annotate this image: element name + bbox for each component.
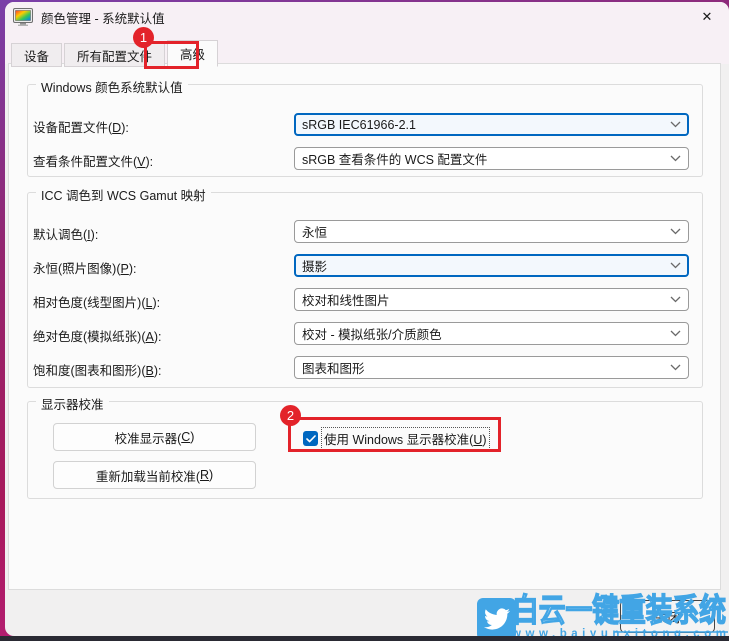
saturation-intent-dropdown[interactable]: 图表和图形 (294, 356, 689, 379)
titlebar: 颜色管理 - 系统默认值 ✕ (5, 2, 729, 32)
chevron-down-icon (670, 228, 681, 235)
use-windows-calibration-checkbox[interactable] (303, 431, 318, 446)
saturation-intent-label: 饱和度(图表和图形)(B): (33, 360, 161, 379)
viewing-conditions-profile-label: 查看条件配置文件(V): (33, 151, 153, 170)
advanced-tab-page: Windows 颜色系统默认值 设备配置文件(D): sRGB IEC61966… (8, 63, 721, 590)
default-rendering-intent-dropdown[interactable]: 永恒 (294, 220, 689, 243)
viewing-conditions-profile-value: sRGB 查看条件的 WCS 配置文件 (302, 149, 487, 168)
chevron-down-icon (670, 121, 681, 128)
absolute-colorimetric-label: 绝对色度(模拟纸张)(A): (33, 326, 161, 345)
group-gamut-mapping-title: ICC 调色到 WCS Gamut 映射 (36, 185, 211, 204)
window-title: 颜色管理 - 系统默认值 (41, 8, 165, 27)
relative-colorimetric-dropdown[interactable]: 校对和线性图片 (294, 288, 689, 311)
use-windows-calibration-row: 使用 Windows 显示器校准(U) (303, 428, 489, 449)
group-display-calibration-title: 显示器校准 (36, 394, 109, 413)
chevron-down-icon (670, 296, 681, 303)
device-profile-dropdown[interactable]: sRGB IEC61966-2.1 (294, 113, 689, 136)
group-wcs-defaults-title: Windows 颜色系统默认值 (36, 77, 188, 96)
default-rendering-intent-value: 永恒 (302, 222, 327, 241)
viewing-conditions-profile-dropdown[interactable]: sRGB 查看条件的 WCS 配置文件 (294, 147, 689, 170)
reload-calibration-button[interactable]: 重新加载当前校准(R) (53, 461, 256, 489)
chevron-down-icon (670, 364, 681, 371)
tab-strip: 设备 所有配置文件 高级 (11, 40, 220, 67)
perceptual-intent-dropdown[interactable]: 摄影 (294, 254, 689, 277)
chevron-down-icon (670, 330, 681, 337)
perceptual-intent-label: 永恒(照片图像)(P): (33, 258, 136, 277)
tab-advanced[interactable]: 高级 (167, 40, 218, 67)
calibrate-display-button[interactable]: 校准显示器(C) (53, 423, 256, 451)
default-rendering-intent-label: 默认调色(I): (33, 224, 98, 243)
absolute-colorimetric-value: 校对 - 模拟纸张/介质颜色 (302, 324, 442, 343)
checkmark-icon (306, 435, 316, 443)
tab-all-profiles[interactable]: 所有配置文件 (64, 43, 165, 67)
absolute-colorimetric-dropdown[interactable]: 校对 - 模拟纸张/介质颜色 (294, 322, 689, 345)
chevron-down-icon (670, 155, 681, 162)
perceptual-intent-value: 摄影 (302, 256, 327, 275)
device-profile-value: sRGB IEC61966-2.1 (302, 118, 416, 132)
close-dialog-button[interactable]: 关闭 (620, 600, 715, 633)
color-management-dialog: 颜色管理 - 系统默认值 ✕ 设备 所有配置文件 高级 Windows 颜色系统… (5, 2, 729, 636)
bottom-edge-strip (0, 636, 729, 641)
watermark-twitter-bird-icon (477, 598, 516, 636)
chevron-down-icon (670, 262, 681, 269)
use-windows-calibration-label[interactable]: 使用 Windows 显示器校准(U) (322, 428, 489, 449)
relative-colorimetric-label: 相对色度(线型图片)(L): (33, 292, 160, 311)
device-profile-label: 设备配置文件(D): (33, 117, 129, 136)
relative-colorimetric-value: 校对和线性图片 (302, 290, 390, 309)
color-management-app-icon (13, 8, 33, 26)
saturation-intent-value: 图表和图形 (302, 358, 365, 377)
tab-devices[interactable]: 设备 (11, 43, 62, 67)
window-close-button[interactable]: ✕ (685, 2, 729, 32)
